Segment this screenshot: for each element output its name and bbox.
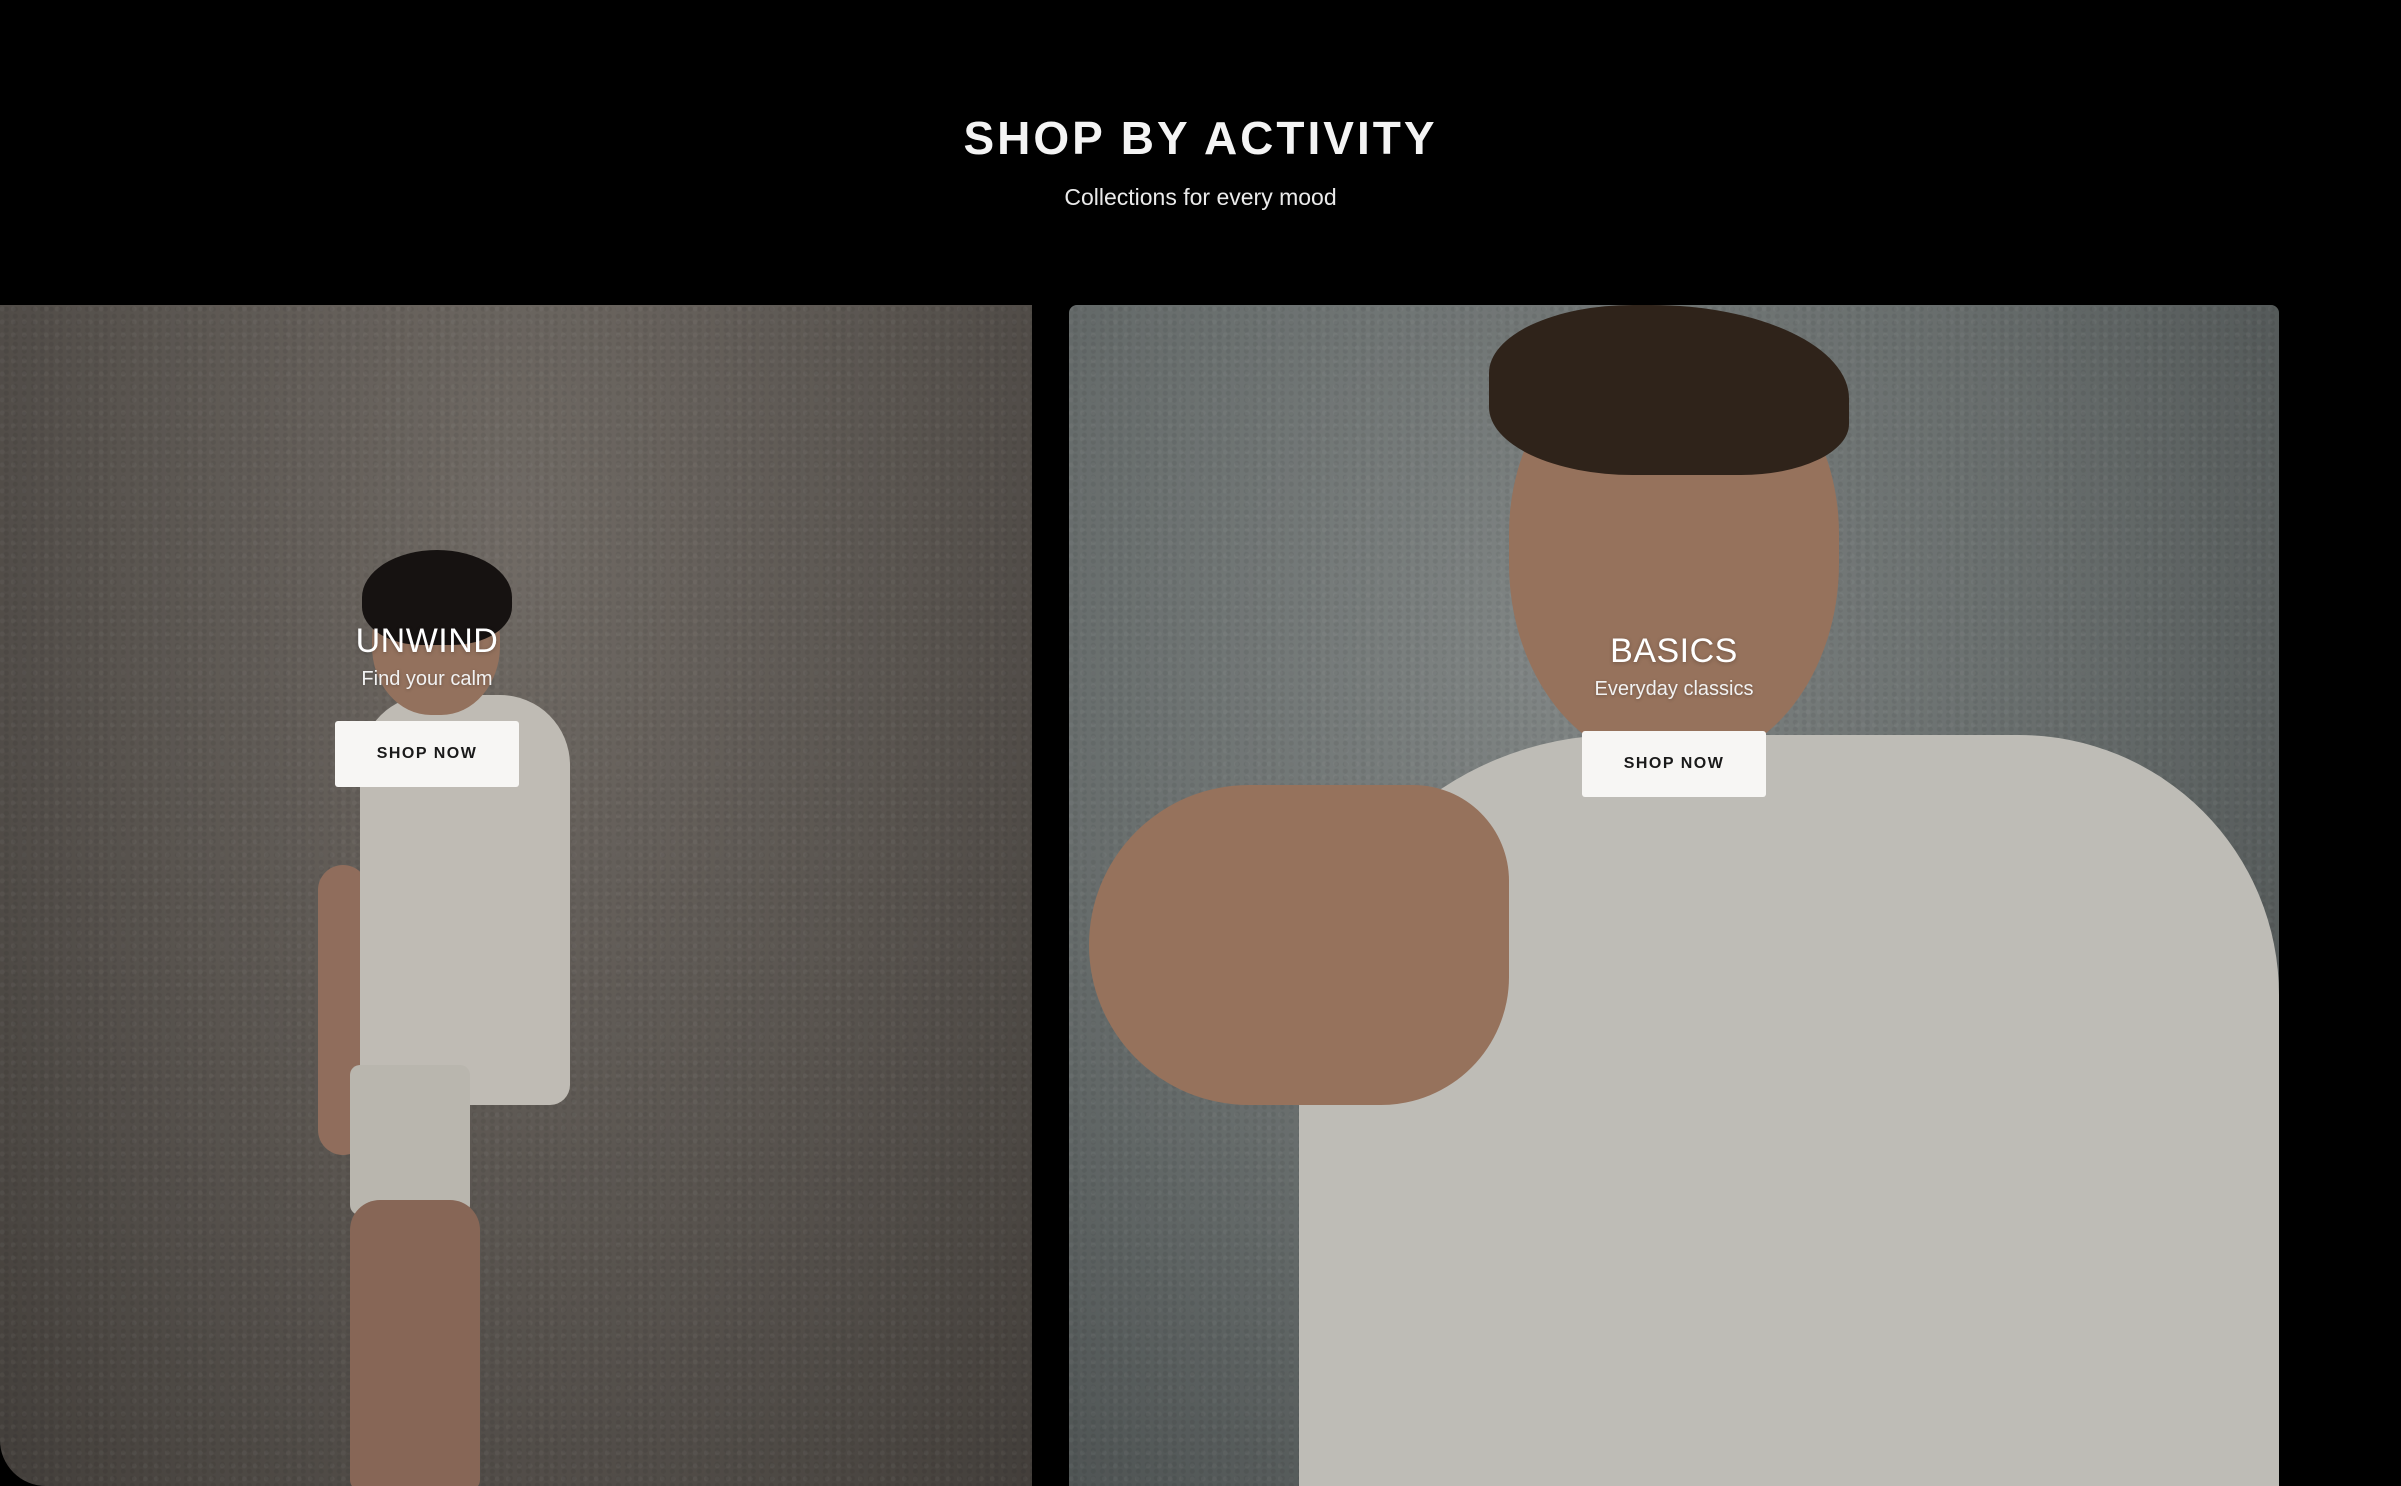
collection-card-basics[interactable]	[1069, 305, 2279, 1486]
card-overlay-unwind: UNWIND Find your calm SHOP NOW	[334, 620, 520, 787]
shop-by-activity-section: SHOP BY ACTIVITY Collections for every m…	[0, 0, 2401, 1486]
image-overlay	[1069, 305, 2279, 1486]
card-title: BASICS	[1610, 632, 1738, 670]
shop-now-button[interactable]: SHOP NOW	[1582, 731, 1766, 797]
shop-now-button[interactable]: SHOP NOW	[335, 721, 519, 787]
section-header: SHOP BY ACTIVITY Collections for every m…	[0, 0, 2401, 305]
card-subtitle: Everyday classics	[1594, 678, 1754, 700]
card-subtitle: Find your calm	[361, 668, 493, 690]
section-subtitle: Collections for every mood	[1064, 184, 1337, 210]
card-title: UNWIND	[355, 622, 499, 660]
collection-card-unwind[interactable]	[0, 305, 1032, 1486]
card-overlay-basics: BASICS Everyday classics SHOP NOW	[1581, 630, 1767, 797]
section-title: SHOP BY ACTIVITY	[963, 112, 1438, 164]
image-overlay	[0, 305, 1032, 1486]
